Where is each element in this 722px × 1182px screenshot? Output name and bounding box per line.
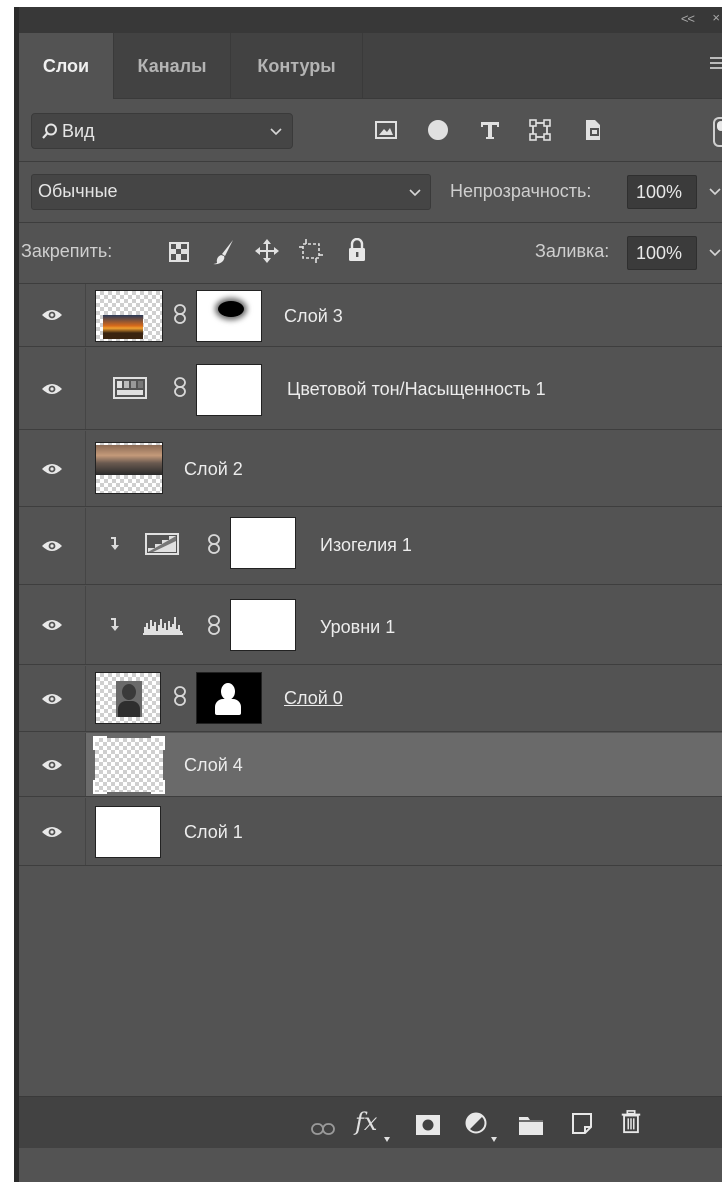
layer-mask-thumbnail[interactable] [196,290,262,342]
fx-icon[interactable]: fx [355,1108,377,1136]
new-group-icon[interactable] [519,1113,543,1137]
panel-menu-icon[interactable] [710,57,722,71]
panel-title-strip: << × [19,7,722,33]
eye-icon[interactable] [41,692,63,706]
visibility-column [19,284,86,346]
layer-row[interactable]: Изогелия 1 [19,508,722,585]
layer-row[interactable]: Цветовой тон/Насыщенность 1 [19,348,722,430]
smart-object-filter-icon[interactable] [582,119,604,141]
delete-icon[interactable] [620,1110,642,1134]
layer-mask-thumbnail[interactable] [196,672,262,724]
clipping-arrow-icon [111,537,119,550]
panel-footer-bar: fx [19,1096,722,1148]
close-button[interactable]: × [712,10,720,25]
layer-thumbnail[interactable] [95,290,163,342]
lock-transparent-pixels-icon[interactable] [169,242,189,262]
search-icon [42,123,57,139]
visibility-column [19,798,86,865]
layer-mask-thumbnail[interactable] [230,599,296,651]
adjustment-filter-icon[interactable] [427,119,449,141]
lock-artboard-icon[interactable] [299,239,323,263]
eye-icon[interactable] [41,462,63,476]
layer-thumbnail[interactable] [95,806,161,858]
layer-mask-thumbnail[interactable] [196,364,262,416]
chain-link-icon[interactable] [173,377,187,397]
visibility-column [19,666,86,731]
fill-dropdown-icon[interactable] [709,249,721,257]
layer-thumbnail[interactable] [93,736,165,794]
layer-name[interactable]: Слой 0 [284,688,343,709]
fill-input[interactable]: 100% [627,236,697,270]
opacity-dropdown-icon[interactable] [709,188,721,196]
levels-icon[interactable] [143,615,183,635]
panel-tabs: Слои Каналы Контуры [19,33,722,99]
layer-name[interactable]: Слой 1 [184,822,243,843]
layer-row[interactable]: Слой 0 [19,666,722,732]
blend-mode-dropdown[interactable]: Обычные [31,174,431,210]
eye-icon[interactable] [41,539,63,553]
opacity-label: Непрозрачность: [450,181,592,201]
kind-filter-dropdown[interactable]: Вид [31,113,293,149]
eye-icon[interactable] [41,825,63,839]
chain-link-icon[interactable] [173,686,187,706]
filter-row: Вид [19,99,722,161]
layer-row[interactable]: Уровни 1 [19,586,722,665]
visibility-column [19,733,86,796]
lock-image-pixels-icon[interactable] [213,239,235,265]
posterize-icon[interactable] [145,533,179,555]
blend-mode-value: Обычные [38,181,118,201]
new-adjustment-icon[interactable] [465,1111,487,1135]
chevron-down-icon [270,128,282,136]
lock-position-icon[interactable] [255,239,279,263]
filter-toggle-switch[interactable] [713,117,722,147]
shape-filter-icon[interactable] [529,119,551,141]
chain-link-icon[interactable] [207,534,221,554]
eye-icon[interactable] [41,382,63,396]
eye-icon[interactable] [41,308,63,322]
layer-thumbnail[interactable] [95,442,163,494]
layer-row[interactable]: Слой 2 [19,431,722,507]
blend-row: Обычные Непрозрачность: 100% [19,162,722,222]
add-mask-icon[interactable] [416,1113,440,1137]
adjustment-menu-arrow-icon [491,1137,497,1142]
visibility-column [19,586,86,664]
tab-channels[interactable]: Каналы [114,33,231,99]
link-layers-icon[interactable] [311,1117,335,1141]
visibility-column [19,431,86,506]
layer-thumbnail[interactable] [95,672,161,724]
lock-label: Закрепить: [21,241,113,261]
layer-name[interactable]: Слой 4 [184,755,243,776]
new-layer-icon[interactable] [572,1112,592,1136]
type-filter-icon[interactable] [479,119,501,141]
image-filter-icon[interactable] [375,119,397,141]
tab-layers[interactable]: Слои [19,33,114,99]
layer-name[interactable]: Уровни 1 [320,617,395,638]
tab-paths[interactable]: Контуры [231,33,363,99]
fill-label: Заливка: [535,241,610,261]
collapse-button[interactable]: << [681,11,695,26]
clipping-arrow-icon [111,618,119,631]
fx-menu-arrow-icon [384,1137,390,1142]
layer-name[interactable]: Слой 3 [284,306,343,327]
layer-name[interactable]: Слой 2 [184,459,243,480]
hue-saturation-icon[interactable] [113,377,147,399]
layer-name[interactable]: Изогелия 1 [320,535,412,556]
eye-icon[interactable] [41,618,63,632]
layer-row[interactable]: Слой 1 [19,798,722,866]
layer-mask-thumbnail[interactable] [230,517,296,569]
eye-icon[interactable] [41,758,63,772]
layer-row[interactable]: Слой 3 [19,284,722,347]
layers-panel: << × Слои Каналы Контуры Вид Обычные Неп… [14,7,722,1182]
visibility-column [19,348,86,429]
opacity-input[interactable]: 100% [627,175,697,209]
lock-row: Закрепить: Заливка: 100% [19,223,722,283]
kind-filter-label: Вид [62,121,95,141]
chain-link-icon[interactable] [207,615,221,635]
layer-name[interactable]: Цветовой тон/Насыщенность 1 [287,379,546,400]
layer-row-selected[interactable]: Слой 4 [19,733,722,797]
chevron-down-icon [409,189,421,197]
visibility-column [19,508,86,584]
lock-all-icon[interactable] [348,238,366,262]
chain-link-icon[interactable] [173,304,187,324]
